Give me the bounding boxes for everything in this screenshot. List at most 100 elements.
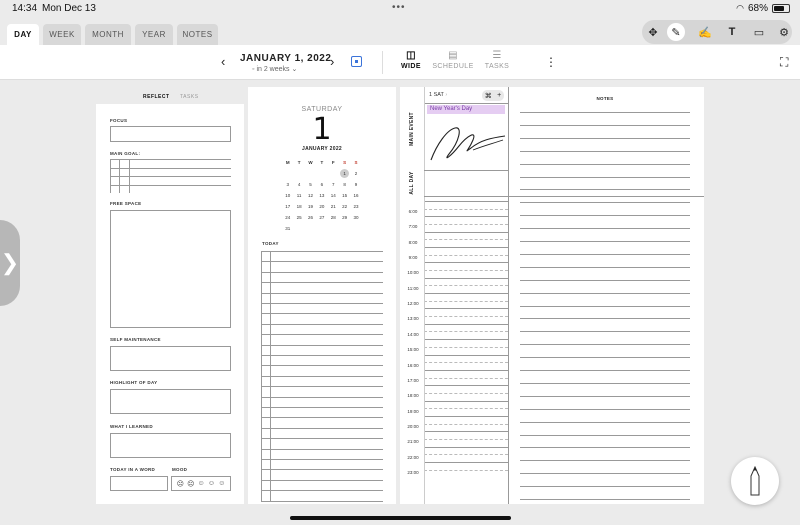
mini-calendar-day[interactable]: 21 <box>328 201 339 212</box>
sidebar-handle[interactable]: ❯ <box>0 220 20 306</box>
learned-field[interactable] <box>110 433 231 458</box>
mini-calendar-day[interactable]: 29 <box>339 212 350 223</box>
mode-tasks[interactable]: ☰ TASKS <box>472 50 522 70</box>
mini-calendar-day[interactable]: 22 <box>339 201 350 212</box>
pen-icon[interactable]: ✎ <box>667 23 685 41</box>
half-hour-slot[interactable] <box>424 270 508 272</box>
event-new-years-day[interactable]: New Year's Day <box>427 105 505 114</box>
multitasking-dots-icon[interactable]: ••• <box>392 2 406 13</box>
hour-slot[interactable] <box>424 247 508 249</box>
mini-calendar-day[interactable]: 11 <box>293 190 304 201</box>
half-hour-slot[interactable] <box>424 331 508 333</box>
hour-slot[interactable] <box>424 201 508 202</box>
tab-reflect[interactable]: REFLECT <box>143 94 170 100</box>
mini-calendar-day[interactable]: 6 <box>316 179 327 190</box>
half-hour-slot[interactable] <box>424 254 508 256</box>
next-day-button[interactable]: › <box>330 54 334 69</box>
today-word-field[interactable] <box>110 476 168 491</box>
hour-slot[interactable] <box>424 339 508 341</box>
pencil-button[interactable] <box>731 457 779 505</box>
hour-slot[interactable] <box>424 446 508 448</box>
hour-slot[interactable] <box>424 400 508 402</box>
mini-calendar-day[interactable]: 5 <box>305 179 316 190</box>
current-date-title[interactable]: JANUARY 1, 2022 <box>240 53 331 64</box>
tab-month[interactable]: MONTH <box>85 24 131 45</box>
half-hour-slot[interactable] <box>424 469 508 471</box>
half-hour-slot[interactable] <box>424 423 508 425</box>
half-hour-slot[interactable] <box>424 300 508 302</box>
tab-year[interactable]: YEAR <box>135 24 173 45</box>
mood-face-icon[interactable]: ☹ <box>187 480 194 488</box>
tab-week[interactable]: WEEK <box>43 24 81 45</box>
mini-calendar-day[interactable]: 15 <box>339 190 350 201</box>
mini-calendar-day[interactable]: 23 <box>350 201 361 212</box>
half-hour-slot[interactable] <box>424 316 508 318</box>
mood-face-icon[interactable]: ☺ <box>218 480 225 487</box>
mini-calendar-day[interactable]: 3 <box>282 179 293 190</box>
mini-calendar-day[interactable]: 28 <box>328 212 339 223</box>
half-hour-slot[interactable] <box>424 346 508 348</box>
today-calendar-icon[interactable] <box>351 56 362 67</box>
home-indicator[interactable] <box>290 516 511 520</box>
hour-slot[interactable] <box>424 231 508 233</box>
mini-calendar-day[interactable]: 20 <box>316 201 327 212</box>
hour-slot[interactable] <box>424 431 508 433</box>
mini-calendar-day[interactable]: 26 <box>305 212 316 223</box>
highlight-field[interactable] <box>110 389 231 414</box>
today-task-list[interactable] <box>261 251 383 502</box>
more-menu-icon[interactable]: ⋮ <box>545 55 557 69</box>
text-box-icon[interactable]: T <box>723 23 741 41</box>
mini-calendar-day[interactable]: 25 <box>293 212 304 223</box>
mini-calendar-day[interactable]: 27 <box>316 212 327 223</box>
hour-slot[interactable] <box>424 354 508 356</box>
hour-slot[interactable] <box>424 262 508 264</box>
mini-calendar-day[interactable]: 7 <box>328 179 339 190</box>
mini-calendar-day[interactable]: 31 <box>282 223 293 234</box>
settings-icon[interactable]: ⚙ <box>775 23 793 41</box>
mini-calendar-day[interactable]: 13 <box>316 190 327 201</box>
mood-face-icon[interactable]: ☺ <box>198 480 205 487</box>
mini-calendar-day[interactable]: 14 <box>328 190 339 201</box>
add-calendar-icon[interactable]: ▭ <box>750 23 768 41</box>
hour-slot[interactable] <box>424 461 508 463</box>
tab-tasks[interactable]: TASKS <box>180 94 199 100</box>
mini-calendar-day[interactable]: 30 <box>350 212 361 223</box>
tab-notes[interactable]: NOTES <box>177 24 218 45</box>
half-hour-slot[interactable] <box>424 392 508 394</box>
half-hour-slot[interactable] <box>424 454 508 456</box>
hour-slot[interactable] <box>424 415 508 417</box>
mini-calendar-day[interactable]: 10 <box>282 190 293 201</box>
self-maintenance-field[interactable] <box>110 346 231 371</box>
mode-schedule[interactable]: ▤ SCHEDULE <box>428 50 478 70</box>
mini-calendar-day[interactable]: 24 <box>282 212 293 223</box>
fullscreen-icon[interactable]: ⛶ <box>780 55 788 70</box>
edit-note-icon[interactable]: ✍ <box>696 23 714 41</box>
half-hour-slot[interactable] <box>424 285 508 287</box>
mini-calendar-day[interactable]: 4 <box>293 179 304 190</box>
half-hour-slot[interactable] <box>424 208 508 210</box>
focus-field[interactable] <box>110 126 231 142</box>
mini-calendar-day[interactable]: 12 <box>305 190 316 201</box>
link-icon[interactable]: ⌘ <box>485 92 492 100</box>
tab-day[interactable]: DAY <box>7 24 39 45</box>
mini-calendar-day[interactable]: 8 <box>339 179 350 190</box>
mini-calendar-day[interactable]: 18 <box>293 201 304 212</box>
half-hour-slot[interactable] <box>424 362 508 364</box>
mood-face-icon[interactable]: ☺ <box>208 480 215 487</box>
mini-calendar-day[interactable]: 17 <box>282 201 293 212</box>
half-hour-slot[interactable] <box>424 438 508 440</box>
mini-calendar-day[interactable]: 16 <box>350 190 361 201</box>
hour-slot[interactable] <box>424 323 508 325</box>
mood-face-icon[interactable]: ☹ <box>177 480 184 488</box>
relative-date[interactable]: ◦ in 2 weeks ⌄ <box>252 65 297 73</box>
main-goal-checklist[interactable] <box>110 159 231 193</box>
hour-slot[interactable] <box>424 369 508 371</box>
hour-slot[interactable] <box>424 277 508 279</box>
hour-slot[interactable] <box>424 216 508 218</box>
move-icon[interactable]: ✥ <box>644 23 662 41</box>
half-hour-slot[interactable] <box>424 224 508 226</box>
half-hour-slot[interactable] <box>424 408 508 410</box>
hour-slot[interactable] <box>424 308 508 310</box>
mini-calendar-day[interactable]: 19 <box>305 201 316 212</box>
add-event-icon[interactable]: + <box>497 92 501 99</box>
